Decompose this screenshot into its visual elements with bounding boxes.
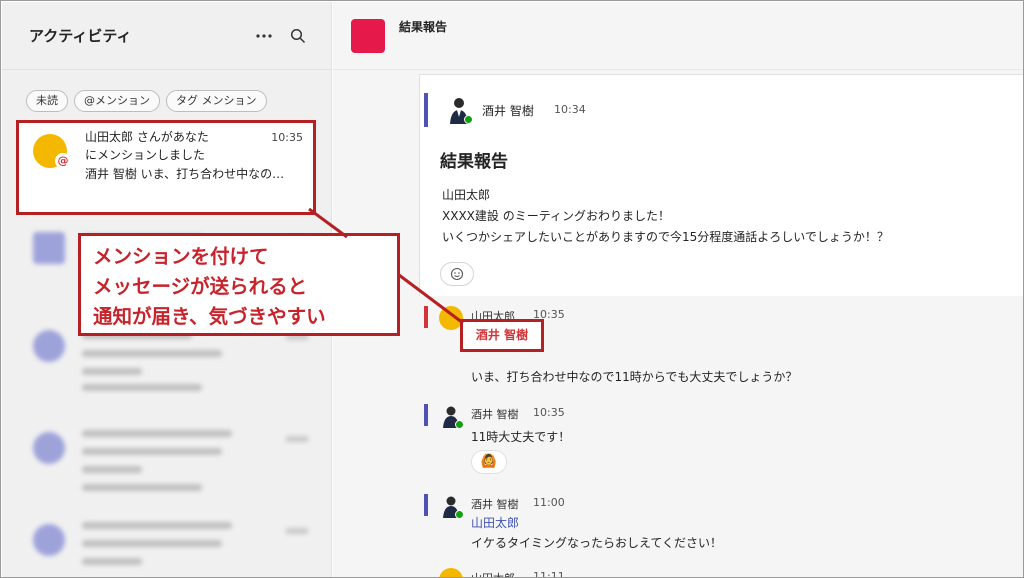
activity-item-mention[interactable]: @ 山田太郎 さんがあなた 10:35 にメンションしました 酒井 智樹 いま、… — [16, 120, 316, 215]
post-subject: 結果報告 — [440, 152, 508, 172]
channel-header: 結果報告 — [333, 2, 1023, 70]
add-reaction-button[interactable] — [440, 262, 474, 286]
filter-chips: 未読 @メンション タグ メンション — [2, 70, 331, 112]
reply-author[interactable]: 山田太郎 — [471, 570, 515, 577]
reply-author[interactable]: 酒井 智樹 — [471, 496, 519, 512]
reply-time: 11:00 — [533, 496, 565, 509]
reply-accent-bar — [424, 306, 428, 328]
filter-tag-mention[interactable]: タグ メンション — [166, 90, 267, 112]
annotation-callout: メンションを付けて メッセージが送られると 通知が届き、気づきやすい — [78, 233, 400, 336]
highlighted-mention[interactable]: 酒井 智樹 — [460, 319, 544, 352]
reply-accent-bar — [424, 404, 428, 426]
post-time: 10:34 — [554, 103, 586, 116]
callout-line-2: メッセージが送られると — [93, 275, 308, 298]
filter-unread[interactable]: 未読 — [26, 90, 68, 112]
post-accent-bar — [424, 93, 428, 127]
post-line: XXXX建設 のミーティングおわりました！ — [442, 209, 670, 223]
post-author[interactable]: 酒井 智樹 — [482, 102, 534, 119]
filter-mention[interactable]: @メンション — [74, 90, 160, 112]
blurred-activity-item — [16, 422, 316, 512]
avatar — [439, 568, 463, 577]
reaction-pill[interactable]: 🙆 — [471, 450, 507, 474]
reply-text: いま、打ち合わせ中なので11時からでも大丈夫でしょうか？ — [471, 370, 798, 384]
activity-text-1: 山田太郎 さんがあなた — [85, 130, 209, 144]
sidebar-title: アクティビティ — [29, 27, 132, 45]
channel-title: 結果報告 — [399, 20, 448, 34]
reply-text: イケるタイミングなったらおしえてください！ — [471, 536, 723, 550]
smiley-icon — [450, 267, 464, 281]
conversation-pane: 結果報告 酒井 智樹 10:34 結果報告 山田太郎 XXXX建設 のミーティン… — [333, 2, 1023, 578]
reply-accent-bar — [424, 494, 428, 516]
reply-text: 11時大丈夫です！ — [471, 430, 571, 444]
app-window: アクティビティ 未読 @メンション タグ メンション @ 山田太郎 さんがあなた… — [0, 0, 1024, 578]
presence-available-icon — [464, 115, 473, 124]
callout-line-3: 通知が届き、気づきやすい — [93, 305, 326, 328]
activity-time: 10:35 — [271, 131, 303, 144]
post-body: 山田太郎 XXXX建設 のミーティングおわりました！ いくつかシェアしたいことが… — [442, 185, 889, 248]
presence-available-icon — [455, 420, 464, 429]
post-line: いくつかシェアしたいことがありますので今15分程度通話よろしいでしょうか！？ — [442, 230, 889, 244]
blurred-activity-item — [16, 514, 316, 577]
reply-time: 10:35 — [533, 406, 565, 419]
root-post: 酒井 智樹 10:34 結果報告 山田太郎 XXXX建設 のミーティングおわりま… — [419, 74, 1023, 296]
more-icon[interactable] — [253, 25, 275, 47]
callout-line-1: メンションを付けて — [93, 245, 269, 268]
presence-available-icon — [455, 510, 464, 519]
activity-preview: 酒井 智樹 いま、打ち合わせ中なの… — [85, 167, 285, 181]
channel-icon — [351, 18, 385, 53]
reply-time: 11:11 — [533, 570, 565, 578]
activity-text-2: にメンションしました — [85, 148, 206, 162]
sidebar-header: アクティビティ — [2, 2, 331, 70]
mention-badge-icon: @ — [55, 153, 71, 169]
reply-mention[interactable]: 山田太郎 — [471, 514, 519, 531]
post-mention[interactable]: 山田太郎 — [442, 185, 889, 206]
reply-author[interactable]: 酒井 智樹 — [471, 406, 519, 422]
search-icon[interactable] — [287, 25, 309, 47]
